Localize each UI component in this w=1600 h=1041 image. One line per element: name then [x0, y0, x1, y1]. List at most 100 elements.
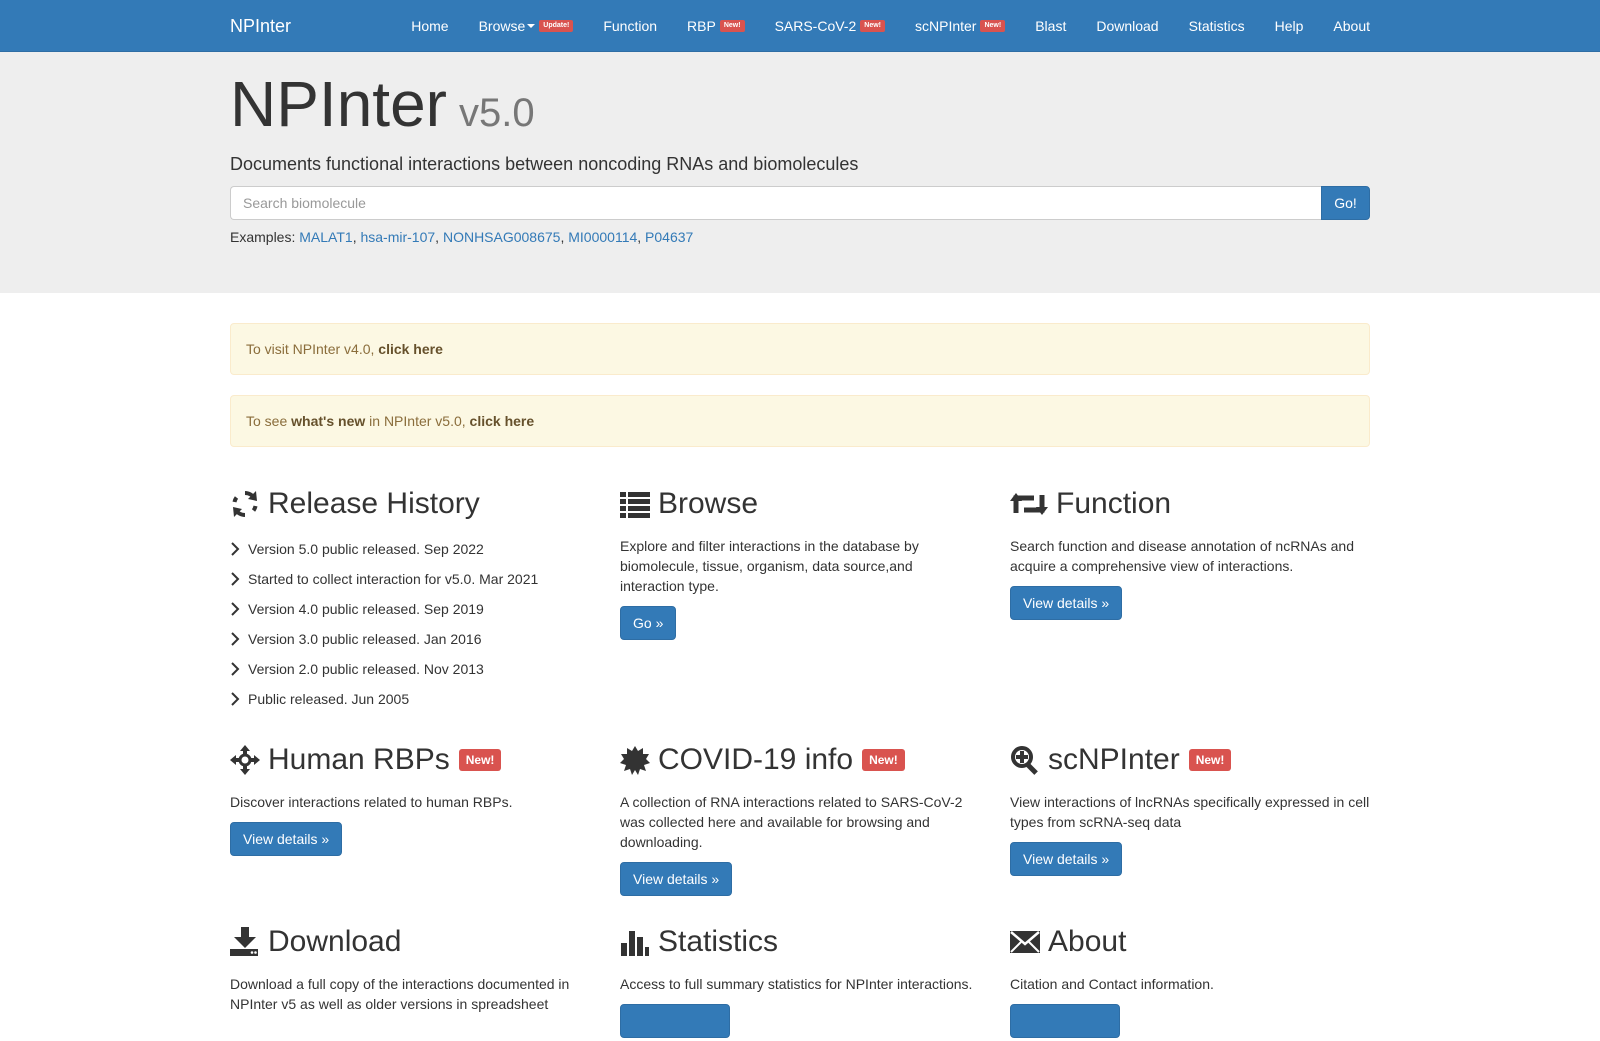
nav-home-label: Home [411, 18, 449, 34]
nav-about[interactable]: About [1333, 18, 1370, 34]
chevron-right-icon [230, 632, 248, 646]
new-badge: New! [1188, 749, 1232, 771]
example-link[interactable]: NONHSAG008675 [443, 229, 561, 245]
alert-v4-text: To visit NPInter v4.0, [246, 341, 375, 357]
browse-title: Browse [658, 487, 759, 520]
release-item-text: Version 5.0 public released. Sep 2022 [248, 541, 484, 557]
list-item: Started to collect interaction for v5.0.… [230, 564, 590, 594]
browse-go-button[interactable]: Go » [620, 606, 677, 640]
statistics-title: Statistics [658, 925, 779, 958]
list-item: Public released. Jun 2005 [230, 684, 590, 714]
navbar: NPInter Home Browse Update! Function RBP N… [0, 0, 1600, 52]
feature-row-3: Download Download a full copy of the int… [230, 922, 1370, 1041]
hero-section: NPInter v5.0 Documents functional intera… [0, 52, 1600, 293]
list-item: Version 4.0 public released. Sep 2019 [230, 594, 590, 624]
example-link[interactable]: hsa-mir-107 [360, 229, 435, 245]
nav-about-label: About [1333, 18, 1370, 34]
download-icon [230, 927, 260, 957]
human-rbps-description: Discover interactions related to human R… [230, 794, 513, 810]
nav-statistics-label: Statistics [1188, 18, 1245, 34]
nav-function[interactable]: Function [603, 18, 657, 34]
nav-download[interactable]: Download [1096, 18, 1158, 34]
nav-blast[interactable]: Blast [1035, 18, 1066, 34]
nav-scnpinter[interactable]: scNPInter New! [915, 18, 1006, 34]
alert-new-link[interactable]: click here [470, 413, 535, 429]
example-link[interactable]: P04637 [645, 229, 693, 245]
nav-help[interactable]: Help [1275, 18, 1304, 34]
example-link[interactable]: MALAT1 [299, 229, 352, 245]
release-history-title: Release History [268, 487, 480, 520]
refresh-icon [230, 489, 260, 519]
list-item: Version 5.0 public released. Sep 2022 [230, 534, 590, 564]
feature-row-1: Release History Version 5.0 public relea… [230, 484, 1370, 714]
download-description: Download a full copy of the interactions… [230, 976, 570, 1012]
human-rbps-title: Human RBPs [268, 743, 450, 776]
release-history-panel: Release History Version 5.0 public relea… [230, 484, 620, 714]
brand-link[interactable]: NPInter [230, 16, 402, 37]
function-panel: Function Search function and disease ann… [1010, 484, 1370, 714]
alert-whats-new: To see what's new in NPInter v5.0, click… [230, 395, 1370, 447]
nav-sars-label: SARS-CoV-2 [774, 18, 857, 34]
site-title: NPInter [230, 68, 447, 140]
page-title: NPInter v5.0 [230, 67, 1370, 142]
scnpinter-panel: scNPInter New! View interactions of lncR… [1010, 740, 1370, 896]
nav-download-label: Download [1096, 18, 1159, 34]
browse-panel: Browse Explore and filter interactions i… [620, 484, 1010, 714]
nav-home[interactable]: Home [411, 18, 448, 34]
example-link[interactable]: MI0000114 [568, 229, 637, 245]
envelope-icon [1010, 927, 1040, 957]
about-panel: About Citation and Contact information. [1010, 922, 1370, 1041]
stats-icon [620, 927, 650, 957]
release-history-list: Version 5.0 public released. Sep 2022 St… [230, 534, 590, 714]
update-badge: Update! [539, 20, 574, 32]
human-rbps-details-button[interactable]: View details » [230, 822, 343, 856]
about-description: Citation and Contact information. [1010, 976, 1214, 992]
scnpinter-details-button[interactable]: View details » [1010, 842, 1123, 876]
nav-function-label: Function [603, 18, 658, 34]
covid-panel: COVID-19 info New! A collection of RNA i… [620, 740, 1010, 896]
new-badge: New! [862, 749, 905, 771]
nav-statistics[interactable]: Statistics [1189, 18, 1245, 34]
about-title: About [1048, 925, 1127, 958]
alert-v4-link[interactable]: click here [378, 341, 443, 357]
nav-browse[interactable]: Browse Update! [479, 18, 574, 34]
release-item-text: Version 4.0 public released. Sep 2019 [248, 601, 484, 617]
zoom-in-icon [1010, 745, 1040, 775]
alert-whats-new-bold: what's new [291, 413, 366, 429]
chevron-right-icon [230, 692, 248, 706]
nav-scnpinter-label: scNPInter [915, 18, 977, 34]
chevron-right-icon [230, 542, 248, 556]
search-input[interactable] [230, 186, 1321, 220]
statistics-details-button[interactable] [620, 1004, 730, 1038]
list-item: Version 3.0 public released. Jan 2016 [230, 624, 590, 654]
function-details-button[interactable]: View details » [1010, 586, 1123, 620]
function-title: Function [1056, 487, 1172, 520]
covid-title: COVID-19 info [658, 743, 854, 776]
chevron-right-icon [230, 602, 248, 616]
download-title: Download [268, 925, 402, 958]
about-details-button[interactable] [1010, 1004, 1120, 1038]
search-go-button[interactable]: Go! [1321, 186, 1370, 220]
list-icon [620, 489, 650, 519]
nav-rbp-label: RBP [687, 18, 716, 34]
list-item: Version 2.0 public released. Nov 2013 [230, 654, 590, 684]
statistics-panel: Statistics Access to full summary statis… [620, 922, 1010, 1041]
human-rbps-panel: Human RBPs New! Discover interactions re… [230, 740, 620, 896]
nav-browse-label: Browse [478, 18, 526, 34]
function-description: Search function and disease annotation o… [1010, 538, 1355, 574]
move-icon [230, 745, 260, 775]
alert-v4: To visit NPInter v4.0, click here [230, 323, 1370, 375]
covid-description: A collection of RNA interactions related… [620, 794, 963, 850]
release-item-text: Version 3.0 public released. Jan 2016 [248, 631, 482, 647]
nav-blast-label: Blast [1035, 18, 1067, 34]
scnpinter-description: View interactions of lncRNAs specificall… [1010, 794, 1370, 830]
chevron-right-icon [230, 662, 248, 676]
alert-new-mid: in NPInter v5.0, [369, 413, 466, 429]
chevron-right-icon [230, 572, 248, 586]
covid-details-button[interactable]: View details » [620, 862, 733, 896]
nav-rbp[interactable]: RBP New! [687, 18, 745, 34]
new-badge: New! [980, 20, 1006, 32]
site-version: v5.0 [458, 91, 535, 135]
nav-sars-cov-2[interactable]: SARS-CoV-2 New! [775, 18, 885, 34]
site-subtitle: Documents functional interactions betwee… [230, 154, 859, 174]
